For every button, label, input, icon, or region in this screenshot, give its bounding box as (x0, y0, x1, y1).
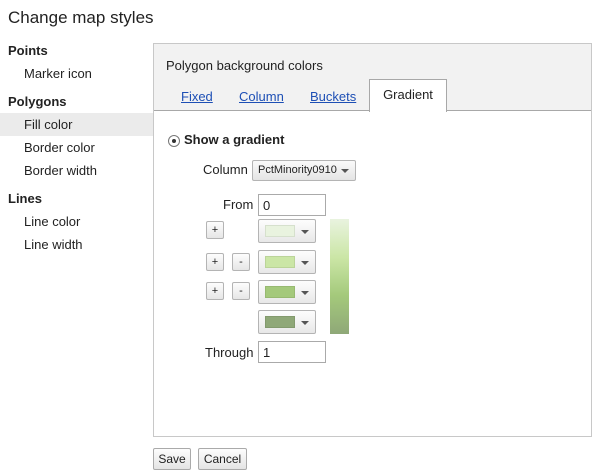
cancel-button[interactable]: Cancel (198, 448, 247, 470)
color-picker-4[interactable] (258, 310, 316, 334)
dialog-title: Change map styles (8, 8, 154, 27)
panel-label: Polygon background colors (166, 58, 323, 73)
sidebar-item-fill-color[interactable]: Fill color (0, 113, 153, 136)
color-swatch (265, 286, 295, 298)
column-select-value: PctMinority0910 (258, 164, 337, 176)
sidebar-item-border-color[interactable]: Border color (0, 136, 153, 159)
sidebar-item-line-color[interactable]: Line color (0, 210, 153, 233)
from-label: From (223, 197, 254, 212)
chevron-down-icon (341, 169, 349, 173)
sidebar-heading-points: Points (8, 43, 48, 58)
column-select[interactable]: PctMinority0910 (252, 160, 356, 181)
color-swatch (265, 316, 295, 328)
column-label: Column (203, 162, 248, 177)
color-swatch (265, 256, 295, 268)
gradient-preview (330, 219, 349, 334)
sidebar-item-border-width[interactable]: Border width (0, 159, 153, 182)
save-button[interactable]: Save (153, 448, 191, 470)
through-input[interactable] (258, 341, 326, 363)
chevron-down-icon (301, 230, 309, 234)
from-input[interactable] (258, 194, 326, 216)
style-panel: Polygon background colors Fixed Column B… (153, 43, 592, 437)
radio-selected-icon[interactable] (168, 135, 180, 147)
tab-gradient[interactable]: Gradient (369, 79, 447, 112)
through-label: Through (205, 345, 254, 360)
color-picker-1[interactable] (258, 219, 316, 243)
tab-fixed[interactable]: Fixed (181, 87, 213, 107)
add-color-button-3[interactable]: + (206, 282, 224, 300)
sidebar: Points Marker icon Polygons Fill color B… (0, 40, 153, 256)
add-color-button-2[interactable]: + (206, 253, 224, 271)
chevron-down-icon (301, 321, 309, 325)
tab-column[interactable]: Column (239, 87, 284, 107)
color-picker-3[interactable] (258, 280, 316, 304)
sidebar-item-line-width[interactable]: Line width (0, 233, 153, 256)
sidebar-item-marker-icon[interactable]: Marker icon (0, 62, 153, 85)
chevron-down-icon (301, 261, 309, 265)
color-swatch (265, 225, 295, 237)
chevron-down-icon (301, 291, 309, 295)
show-gradient-label[interactable]: Show a gradient (184, 132, 284, 147)
sidebar-heading-polygons: Polygons (8, 94, 67, 109)
remove-color-button-2[interactable]: - (232, 253, 250, 271)
tab-buckets[interactable]: Buckets (310, 87, 356, 107)
remove-color-button-3[interactable]: - (232, 282, 250, 300)
add-color-button-1[interactable]: + (206, 221, 224, 239)
sidebar-heading-lines: Lines (8, 191, 42, 206)
color-picker-2[interactable] (258, 250, 316, 274)
